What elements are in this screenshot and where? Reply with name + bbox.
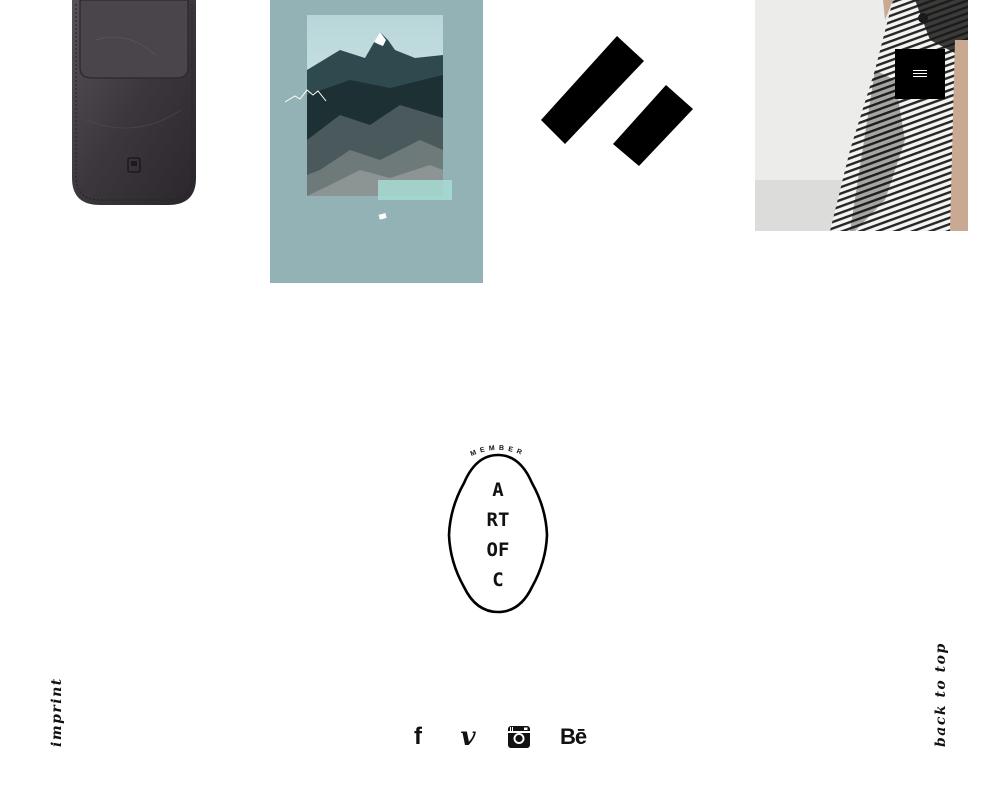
portfolio-tile-mountain-poster[interactable]	[270, 0, 483, 283]
facebook-link[interactable]: f	[406, 722, 430, 752]
hamburger-icon	[913, 70, 927, 78]
fashion-photo-image	[755, 0, 968, 231]
behance-link[interactable]: Bē	[553, 722, 593, 752]
member-art-of-c-badge: MEMBER A RT OF C	[436, 438, 560, 618]
vimeo-icon: v	[460, 722, 476, 752]
portfolio-tile-fashion-photo[interactable]	[755, 0, 968, 231]
badge-line-1: A	[492, 479, 504, 501]
menu-button[interactable]	[895, 49, 945, 99]
badge-line-3: OF	[487, 539, 510, 561]
mountain-poster-image	[284, 15, 452, 220]
behance-icon: Bē	[559, 724, 587, 749]
facebook-icon: f	[414, 723, 422, 750]
slash-logo-image	[541, 36, 693, 166]
imprint-link[interactable]: imprint	[49, 677, 65, 747]
badge-line-2: RT	[487, 509, 510, 531]
instagram-link[interactable]	[505, 722, 533, 752]
instagram-icon	[508, 726, 530, 748]
portfolio-tile-slash-logo[interactable]	[532, 28, 702, 173]
leather-case-image	[72, 0, 196, 205]
portfolio-tile-leather-case[interactable]	[56, 0, 214, 212]
back-to-top-link[interactable]: back to top	[933, 642, 949, 747]
badge-line-4: C	[492, 569, 503, 591]
vimeo-link[interactable]: v	[454, 722, 482, 752]
